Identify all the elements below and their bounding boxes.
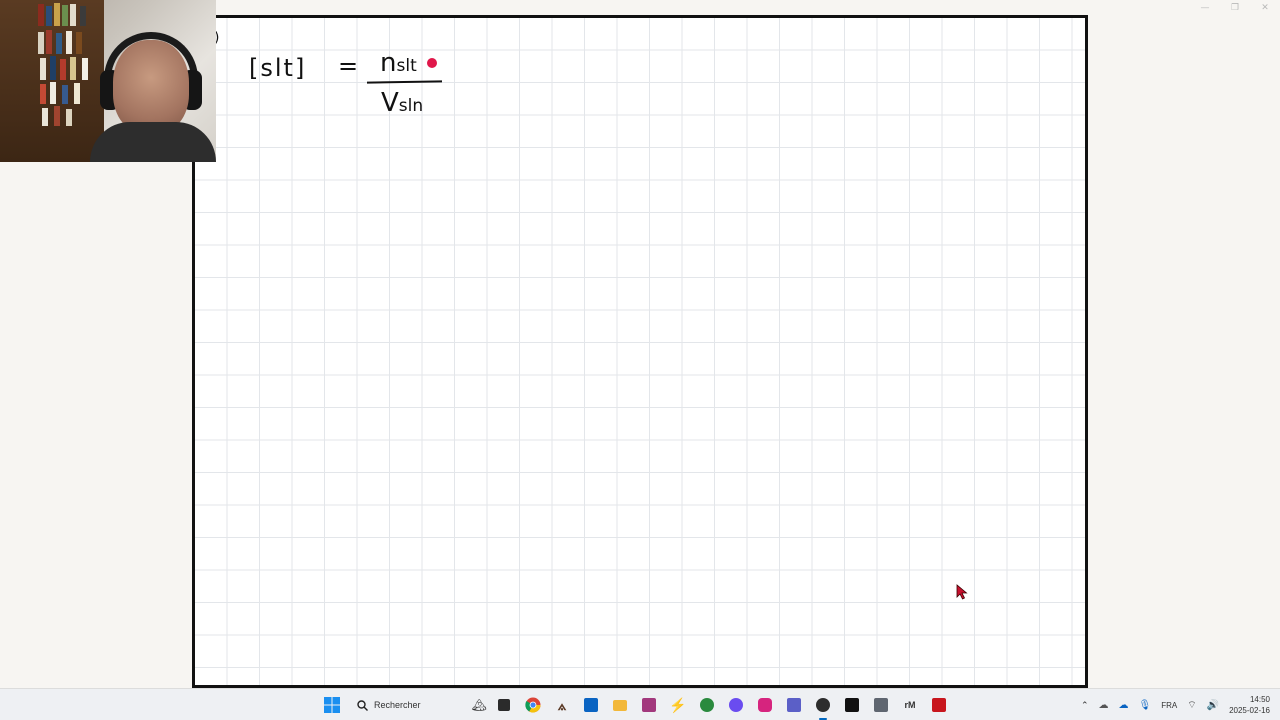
pen-marker <box>427 58 437 68</box>
wifi-icon[interactable]: ⌔ <box>1187 699 1196 712</box>
close-button[interactable]: ✕ <box>1250 0 1280 16</box>
acrobat-icon[interactable] <box>927 693 951 717</box>
taskbar-search[interactable]: Rechercher 🏔 <box>349 693 487 717</box>
taskbar: Rechercher 🏔 ⟑ ⚡ rM ⌃ ☁ ☁ 🎙 FRA ⌔ 🔊 14:5… <box>0 688 1280 720</box>
numerator-main: n <box>380 48 397 78</box>
clock-date: 2025-02-16 <box>1229 706 1270 715</box>
language-indicator[interactable]: FRA <box>1161 701 1177 710</box>
restore-button[interactable]: ❐ <box>1220 0 1250 16</box>
whiteboard-canvas[interactable]: ) [slt] = nslt Vsln <box>192 15 1088 688</box>
mouse-cursor-icon <box>956 584 968 600</box>
volume-icon[interactable]: 🔊 <box>1207 700 1219 711</box>
taskbar-apps: Rechercher 🏔 ⟑ ⚡ rM <box>320 689 951 720</box>
power-automate-icon[interactable]: ⚡ <box>666 693 690 717</box>
denominator-main: V <box>381 88 399 118</box>
numerator: nslt <box>380 48 417 78</box>
numerator-subscript: slt <box>396 56 417 76</box>
fraction-bar <box>366 80 443 84</box>
cloud-icon[interactable]: ☁ <box>1099 700 1109 711</box>
webcam-overlay <box>0 0 216 162</box>
pycharm-icon[interactable] <box>840 693 864 717</box>
bookshelf <box>0 0 104 162</box>
search-icon <box>357 699 368 711</box>
minimize-button[interactable]: — <box>1190 0 1220 16</box>
onedrive-icon[interactable]: ☁ <box>1119 700 1129 711</box>
clock[interactable]: 14:50 2025-02-16 <box>1229 694 1270 716</box>
calculator-icon[interactable] <box>869 693 893 717</box>
messenger-icon[interactable] <box>724 693 748 717</box>
folder-icon[interactable] <box>608 693 632 717</box>
remarkable-icon[interactable]: rM <box>898 693 922 717</box>
clock-time: 14:50 <box>1249 695 1270 704</box>
affinity-icon[interactable]: ⟑ <box>550 693 574 717</box>
obs-icon[interactable] <box>811 693 835 720</box>
search-placeholder: Rechercher <box>374 700 421 710</box>
deezer-icon[interactable] <box>637 693 661 717</box>
chevron-up-icon[interactable]: ⌃ <box>1081 700 1089 711</box>
window-controls: — ❐ ✕ <box>1190 0 1280 16</box>
denominator: Vsln <box>381 88 423 118</box>
denominator-subscript: sln <box>398 96 424 116</box>
system-tray: ⌃ ☁ ☁ 🎙 FRA ⌔ 🔊 14:50 2025-02-16 <box>1081 689 1270 720</box>
windows-start-icon[interactable] <box>320 693 344 717</box>
chrome-icon[interactable] <box>521 693 545 717</box>
outlook-icon[interactable] <box>579 693 603 717</box>
presenter-shirt <box>90 122 216 162</box>
formula-lhs: [slt] <box>249 54 307 82</box>
presenter-face <box>113 40 189 134</box>
xbox-icon[interactable] <box>695 693 719 717</box>
instagram-icon[interactable] <box>753 693 777 717</box>
microphone-icon[interactable]: 🎙 <box>1139 700 1152 711</box>
file-explorer-icon[interactable] <box>492 693 516 717</box>
widgets-icon: 🏔 <box>471 698 487 712</box>
teams-icon[interactable] <box>782 693 806 717</box>
equals-sign: = <box>338 52 359 80</box>
